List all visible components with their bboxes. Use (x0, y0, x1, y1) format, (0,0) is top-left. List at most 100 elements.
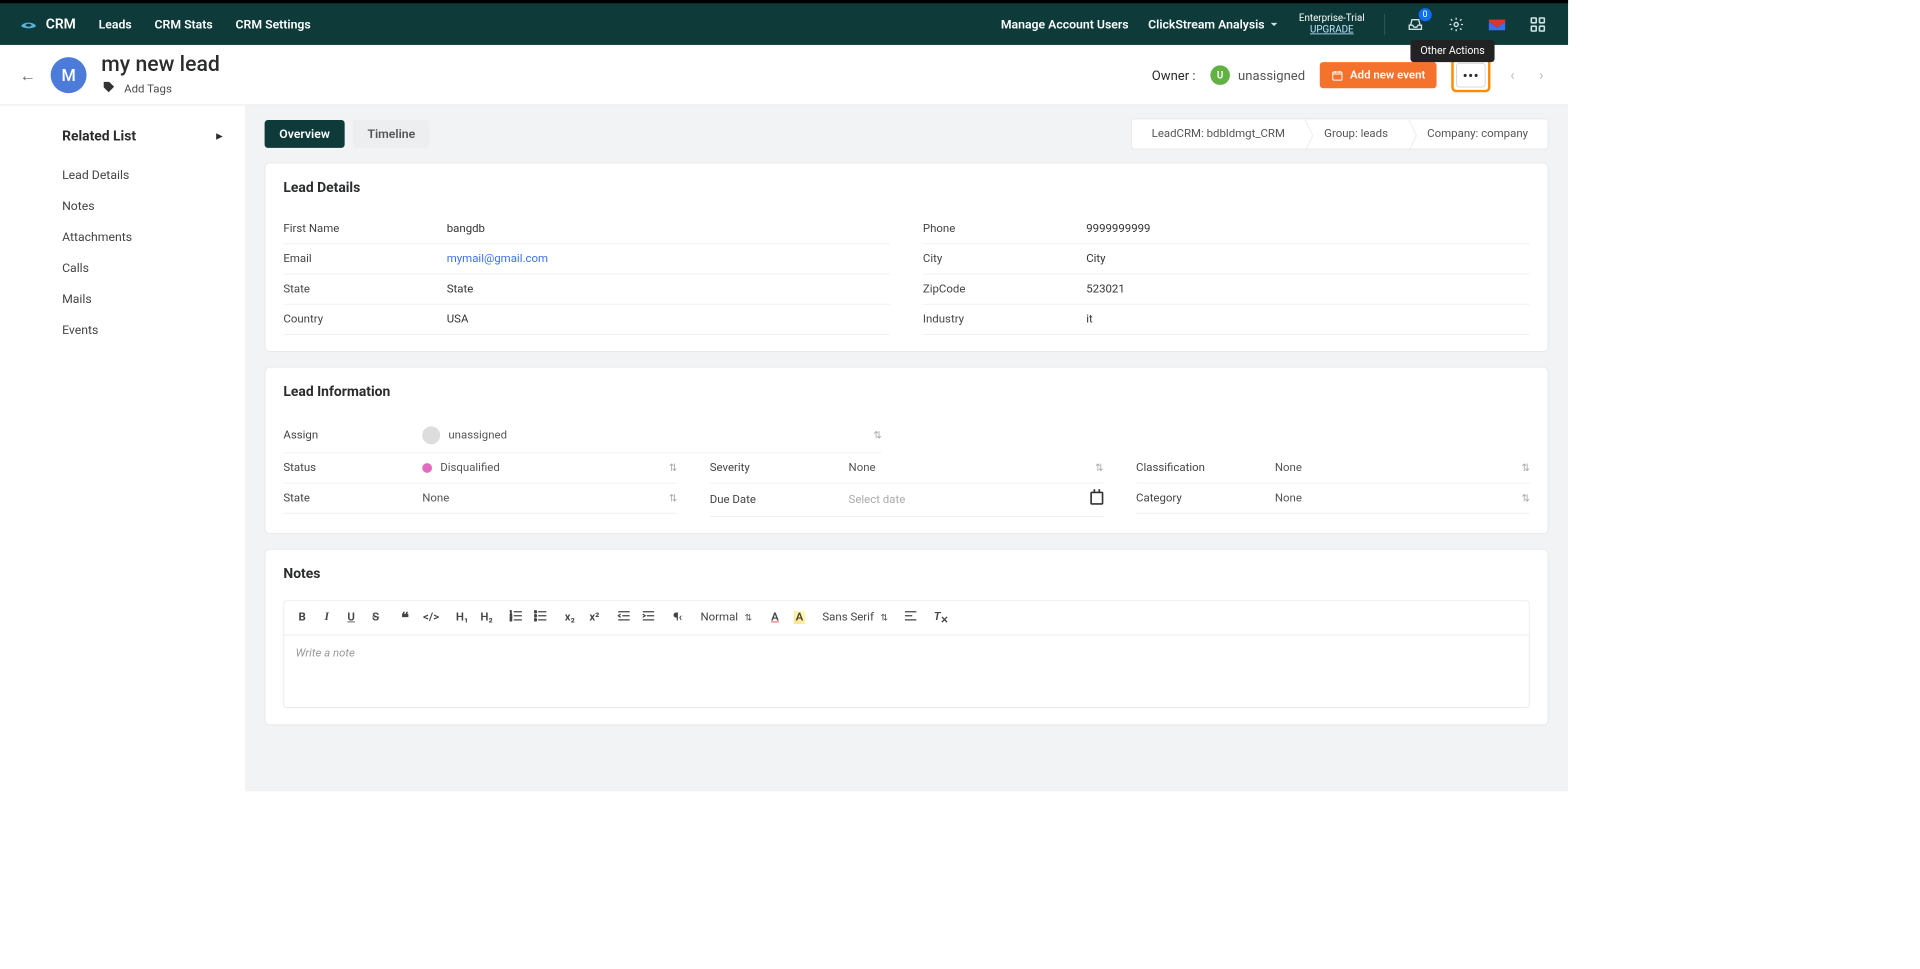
settings-icon[interactable] (1446, 13, 1467, 34)
main-content: Overview Timeline LeadCRM: bdbldmgt_CRM … (245, 105, 1568, 791)
strike-button[interactable]: S (369, 611, 382, 624)
apps-grid-icon[interactable] (1527, 13, 1548, 34)
inbox-icon[interactable]: 0 (1405, 13, 1426, 34)
nav-leads[interactable]: Leads (99, 17, 132, 32)
label-first-name: First Name (283, 222, 446, 235)
bold-button[interactable]: B (296, 611, 309, 624)
value-state-detail: State (447, 282, 474, 295)
label-city: City (923, 252, 1086, 265)
sidebar-item-lead-details[interactable]: Lead Details (62, 159, 222, 190)
sidebar-item-notes[interactable]: Notes (62, 190, 222, 221)
sidebar-item-calls[interactable]: Calls (62, 252, 222, 283)
other-actions-highlight: ••• (1451, 58, 1490, 92)
mail-app-icon[interactable] (1486, 13, 1507, 34)
field-assign[interactable]: unassigned ⇅ (422, 426, 881, 444)
nav-clickstream[interactable]: ClickStream Analysis (1148, 17, 1279, 32)
calendar-picker-icon[interactable] (1090, 491, 1103, 507)
field-category[interactable]: None ⇅ (1275, 491, 1530, 504)
value-country: USA (447, 312, 469, 325)
italic-button[interactable]: I (320, 611, 333, 624)
h2-button[interactable]: H₂ (480, 611, 493, 624)
value-phone: 9999999999 (1086, 222, 1150, 235)
subscript-button[interactable]: x₂ (563, 611, 576, 624)
direction-button[interactable]: ¶‹ (671, 611, 684, 624)
sidebar-item-attachments[interactable]: Attachments (62, 221, 222, 252)
bg-color-button[interactable]: A (793, 611, 806, 624)
calendar-icon (1331, 69, 1343, 81)
expand-sidebar-icon[interactable]: ▸ (216, 130, 222, 143)
other-actions-button[interactable]: ••• (1456, 63, 1485, 88)
value-city: City (1086, 252, 1105, 265)
panel-lead-info: Lead Information Assign unassigned ⇅ Sta… (265, 366, 1549, 533)
label-zipcode: ZipCode (923, 282, 1086, 295)
crumb-group[interactable]: Group: leads (1305, 119, 1408, 148)
tab-overview[interactable]: Overview (265, 120, 345, 148)
label-assign: Assign (283, 428, 422, 441)
owner-chip[interactable]: U unassigned (1210, 66, 1305, 86)
owner-name: unassigned (1238, 68, 1305, 84)
brand[interactable]: CRM (20, 15, 76, 33)
label-severity: Severity (710, 461, 849, 474)
enterprise-trial[interactable]: Enterprise-Trial UPGRADE (1299, 13, 1365, 35)
panel-lead-details: Lead Details First Namebangdb Emailmymai… (265, 162, 1549, 351)
quote-button[interactable]: ❝ (399, 609, 412, 626)
notes-title: Notes (283, 566, 1529, 582)
assign-avatar-icon (422, 426, 440, 444)
crumb-leadcrm[interactable]: LeadCRM: bdbldmgt_CRM (1132, 119, 1305, 148)
caret-icon: ⇅ (669, 462, 677, 473)
h1-button[interactable]: H₁ (455, 611, 468, 624)
text-color-button[interactable]: A (768, 611, 781, 624)
lead-title: my new lead (101, 53, 220, 76)
superscript-button[interactable]: x² (588, 611, 601, 624)
field-state[interactable]: None ⇅ (422, 491, 677, 504)
lead-info-title: Lead Information (283, 384, 1529, 400)
indent-button[interactable] (642, 610, 655, 625)
text-size-select[interactable]: Normal⇅ (700, 611, 752, 624)
next-lead-arrow[interactable]: › (1534, 67, 1548, 84)
nav-crm-settings[interactable]: CRM Settings (236, 17, 311, 32)
caret-icon: ⇅ (1095, 462, 1103, 473)
tab-timeline[interactable]: Timeline (353, 120, 430, 148)
field-due-date[interactable]: Select date (849, 491, 1104, 507)
clear-format-button[interactable]: T✕ (934, 610, 949, 625)
field-severity[interactable]: None ⇅ (849, 461, 1104, 474)
underline-button[interactable]: U (345, 611, 358, 624)
value-email[interactable]: mymail@gmail.com (447, 252, 548, 265)
back-arrow[interactable]: ← (20, 65, 36, 85)
sidebar-item-events[interactable]: Events (62, 314, 222, 345)
field-status[interactable]: Disqualified ⇅ (422, 461, 677, 474)
crumb-company[interactable]: Company: company (1408, 119, 1548, 148)
code-button[interactable]: </> (423, 611, 439, 624)
divider (1384, 13, 1385, 34)
caret-icon: ⇅ (669, 492, 677, 503)
outdent-button[interactable] (617, 610, 630, 625)
value-first-name: bangdb (447, 222, 485, 235)
tag-icon (101, 80, 116, 98)
nav-manage-users[interactable]: Manage Account Users (1001, 17, 1129, 32)
sidebar-item-mails[interactable]: Mails (62, 283, 222, 314)
label-state-detail: State (283, 282, 446, 295)
related-list-sidebar: Related List ▸ Lead Details Notes Attach… (0, 105, 245, 791)
align-button[interactable] (904, 610, 917, 625)
prev-lead-arrow[interactable]: ‹ (1505, 67, 1519, 84)
field-classification[interactable]: None ⇅ (1275, 461, 1530, 474)
lead-header: ← M my new lead Add Tags Owner : U unass… (0, 45, 1568, 105)
label-classification: Classification (1136, 461, 1275, 474)
label-country: Country (283, 312, 446, 325)
inbox-badge: 0 (1418, 8, 1431, 21)
value-zipcode: 523021 (1086, 282, 1125, 295)
label-phone: Phone (923, 222, 1086, 235)
chevron-down-icon (1270, 19, 1280, 29)
label-category: Category (1136, 491, 1275, 504)
notes-editor[interactable]: Write a note (283, 634, 1529, 708)
ordered-list-button[interactable]: 123 (509, 610, 522, 625)
label-due-date: Due Date (710, 493, 849, 506)
font-family-select[interactable]: Sans Serif⇅ (822, 611, 888, 624)
add-tags-link[interactable]: Add Tags (124, 82, 172, 95)
nav-crm-stats[interactable]: CRM Stats (155, 17, 213, 32)
upgrade-link[interactable]: UPGRADE (1310, 24, 1354, 35)
add-new-event-button[interactable]: Add new event (1320, 62, 1437, 88)
bullet-list-button[interactable] (534, 610, 547, 625)
caret-icon: ⇅ (1521, 462, 1529, 473)
lead-details-title: Lead Details (283, 179, 1529, 195)
